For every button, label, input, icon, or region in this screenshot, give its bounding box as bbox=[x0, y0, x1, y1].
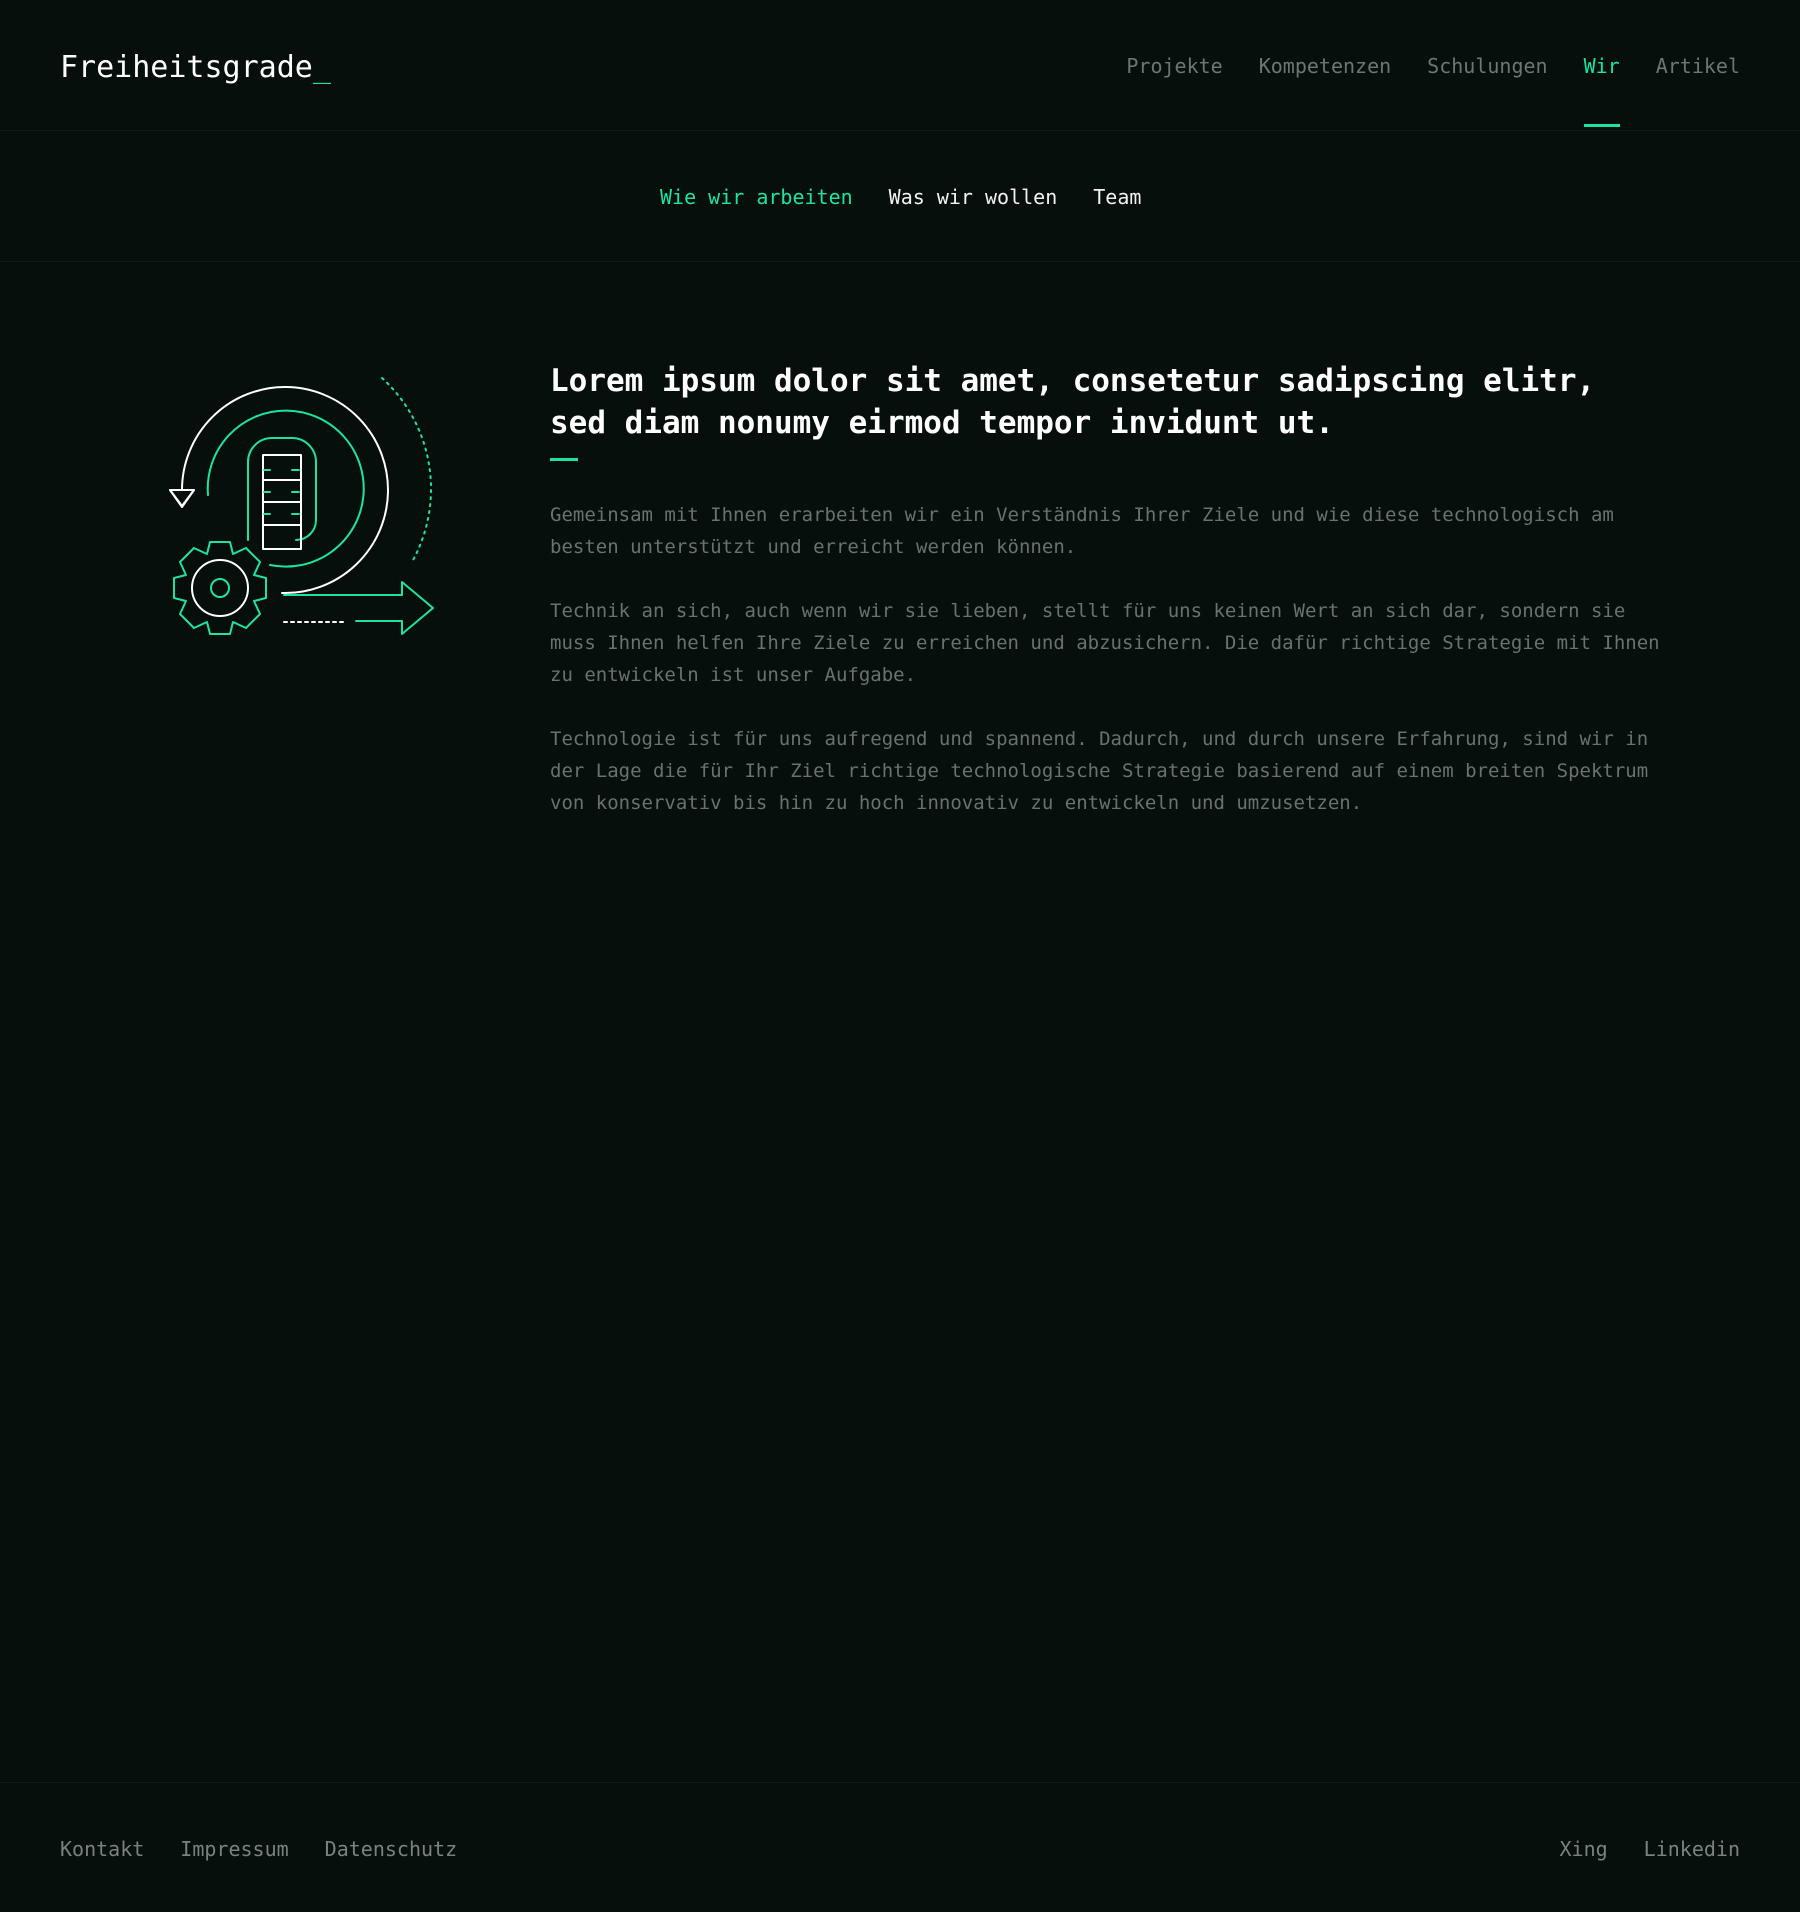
nav-item-kompetenzen[interactable]: Kompetenzen bbox=[1259, 50, 1391, 82]
sub-nav-bar: Wie wir arbeiten Was wir wollen Team bbox=[0, 131, 1800, 262]
footer-link-datenschutz[interactable]: Datenschutz bbox=[325, 1833, 457, 1865]
footer-link-kontakt[interactable]: Kontakt bbox=[60, 1833, 144, 1865]
footer-social-links: Xing Linkedin bbox=[1560, 1833, 1741, 1865]
logo-text: Freiheitsgrade bbox=[60, 50, 313, 85]
nav-item-artikel[interactable]: Artikel bbox=[1656, 50, 1740, 82]
process-gear-arrow-icon bbox=[160, 370, 450, 650]
footer-link-xing[interactable]: Xing bbox=[1560, 1833, 1608, 1865]
page-headline: Lorem ipsum dolor sit amet, consetetur s… bbox=[550, 363, 1596, 441]
sub-nav: Wie wir arbeiten Was wir wollen Team bbox=[660, 181, 1141, 213]
subnav-item-was-wir-wollen[interactable]: Was wir wollen bbox=[889, 181, 1058, 213]
footer-legal-links: Kontakt Impressum Datenschutz bbox=[60, 1833, 457, 1865]
nav-item-projekte[interactable]: Projekte bbox=[1126, 50, 1222, 82]
footer-link-impressum[interactable]: Impressum bbox=[180, 1833, 288, 1865]
main-nav: Projekte Kompetenzen Schulungen Wir Arti… bbox=[1126, 50, 1740, 127]
paragraph-3: Technologie ist für uns aufregend und sp… bbox=[550, 728, 1649, 814]
footer: Kontakt Impressum Datenschutz Xing Linke… bbox=[0, 1782, 1800, 1912]
nav-item-schulungen[interactable]: Schulungen bbox=[1427, 50, 1547, 82]
subnav-item-team[interactable]: Team bbox=[1093, 181, 1141, 213]
top-bar: Freiheitsgrade_ Projekte Kompetenzen Sch… bbox=[0, 0, 1800, 131]
footer-link-linkedin[interactable]: Linkedin bbox=[1644, 1833, 1740, 1865]
logo-cursor: _ bbox=[312, 50, 331, 85]
main-content: Lorem ipsum dolor sit amet, consetetur s… bbox=[550, 360, 1660, 851]
paragraph-2: Technik an sich, auch wenn wir sie liebe… bbox=[550, 600, 1660, 686]
nav-item-wir[interactable]: Wir bbox=[1583, 50, 1620, 127]
subnav-item-wie-wir-arbeiten[interactable]: Wie wir arbeiten bbox=[660, 181, 853, 213]
site-logo[interactable]: Freiheitsgrade_ bbox=[60, 48, 331, 88]
headline-underline bbox=[550, 458, 578, 461]
paragraph-1: Gemeinsam mit Ihnen erarbeiten wir ein V… bbox=[550, 504, 1614, 558]
page: Freiheitsgrade_ Projekte Kompetenzen Sch… bbox=[0, 0, 1800, 1912]
